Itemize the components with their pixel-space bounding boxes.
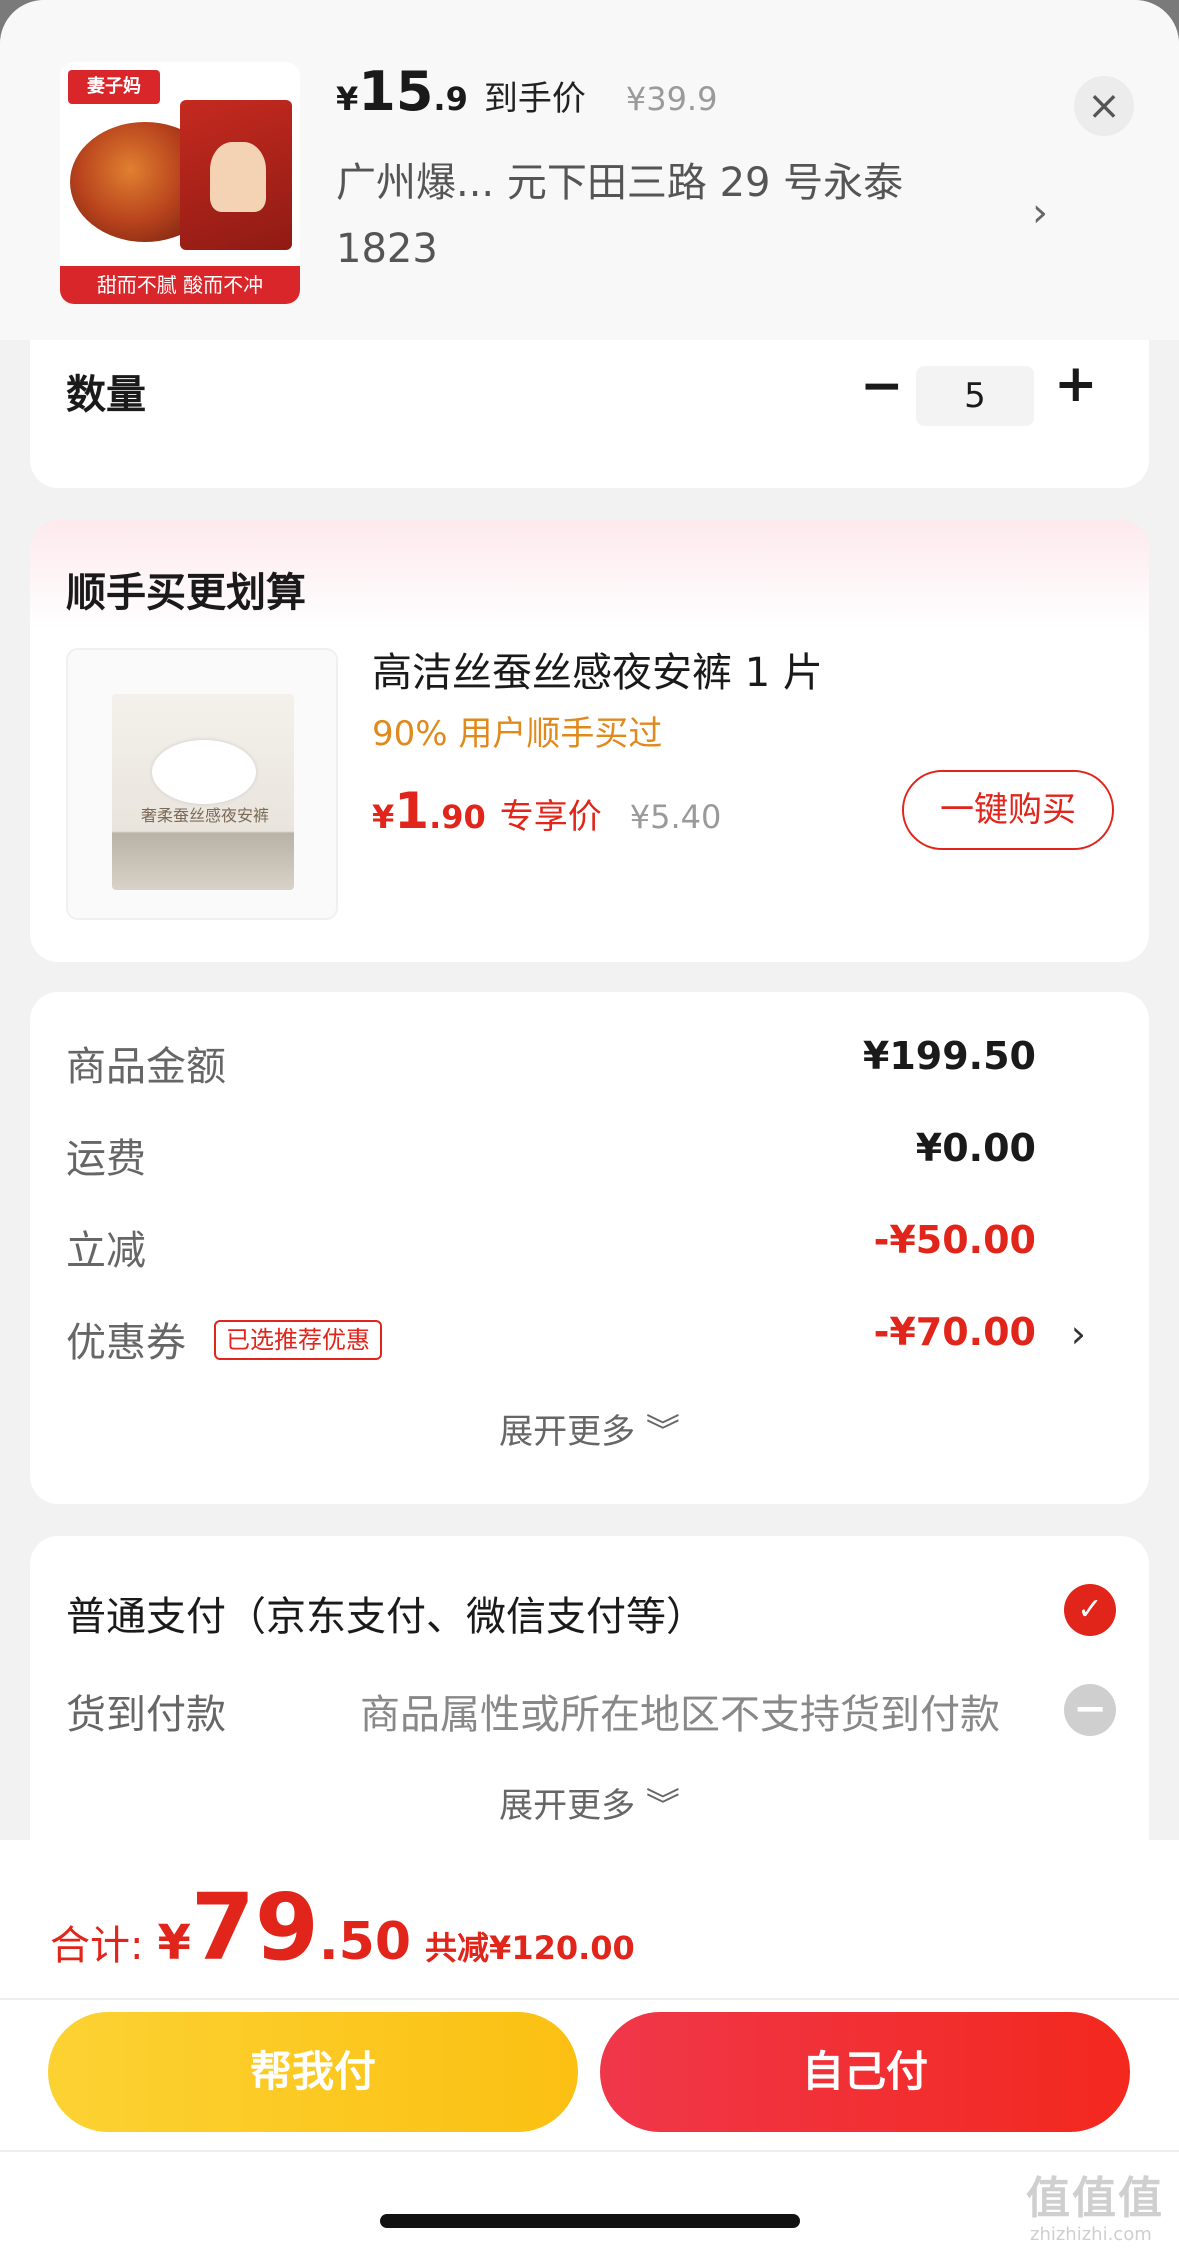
chevron-right-icon[interactable]: › — [1032, 190, 1048, 236]
total-saved: 共减¥120.00 — [425, 1929, 635, 1967]
check-icon[interactable]: ✓ — [1064, 1584, 1116, 1636]
payment-card: 普通支付（京东支付、微信支付等） ✓ 货到付款 商品属性或所在地区不支持货到付款… — [30, 1536, 1149, 1866]
original-price: ¥39.9 — [625, 80, 718, 118]
upsell-title: 顺手买更划算 — [66, 570, 306, 616]
brand-mascot — [210, 142, 266, 212]
delivery-address[interactable]: 广州爆... 元下田三路 29 号永泰 1823 — [336, 150, 976, 282]
divider — [0, 2150, 1179, 2152]
summary-label: 商品金额 — [66, 1044, 226, 1090]
total-currency: ¥ — [157, 1915, 191, 1971]
upsell-product-name[interactable]: 高洁丝蚕丝感夜安裤 1 片 — [372, 640, 823, 698]
quantity-decrease-button[interactable]: − — [860, 356, 904, 416]
summary-row-goods: 商品金额 ¥199.50 — [66, 1034, 1126, 1094]
expand-more-button[interactable]: 展开更多 ︾ — [30, 1778, 1149, 1827]
quantity-increase-button[interactable]: + — [1054, 354, 1098, 414]
upsell-price: ¥ 1 .90 专享价 ¥5.40 — [372, 782, 721, 840]
product-thumbnail: 妻子妈 甜而不腻 酸而不冲 — [60, 62, 300, 304]
order-total: 合计: ¥ 79 .50 共减¥120.00 — [50, 1874, 635, 1981]
watermark-url: zhizhizhi.com — [1030, 2224, 1152, 2245]
upsell-price-tag: 专享价 — [499, 797, 602, 837]
upsell-price-integer: 1 — [394, 782, 430, 840]
summary-row-coupon[interactable]: 优惠券 已选推荐优惠 -¥70.00 › — [66, 1310, 1126, 1370]
summary-value: -¥70.00 — [873, 1310, 1036, 1354]
upsell-product-image[interactable]: 奢柔蚕丝感夜安裤 — [66, 648, 338, 920]
total-decimal: .50 — [318, 1912, 412, 1972]
pay-myself-button[interactable]: 自己付 — [600, 2012, 1130, 2132]
upsell-price-decimal: .90 — [429, 798, 486, 836]
upsell-popularity: 90% 用户顺手买过 — [372, 714, 663, 754]
product-price: ¥ 15 .9 到手价 ¥39.9 — [336, 60, 717, 130]
payment-option-cod: 货到付款 — [66, 1692, 226, 1738]
pad-oval — [152, 740, 256, 804]
home-indicator[interactable] — [380, 2214, 800, 2228]
product-header: 妻子妈 甜而不腻 酸而不冲 ¥ 15 .9 到手价 ¥39.9 广州爆... 元… — [0, 0, 1179, 340]
expand-more-button[interactable]: 展开更多 ︾ — [30, 1404, 1149, 1453]
summary-label: 立减 — [66, 1228, 146, 1274]
summary-label: 运费 — [66, 1136, 146, 1182]
product-slogan: 甜而不腻 酸而不冲 — [60, 266, 300, 304]
disabled-icon: − — [1064, 1684, 1116, 1736]
quantity-stepper[interactable]: 5 — [916, 366, 1034, 426]
one-click-buy-button[interactable]: 一键购买 — [902, 770, 1114, 850]
total-label: 合计: — [50, 1923, 144, 1969]
price-summary-card: 商品金额 ¥199.50 运费 ¥0.00 立减 -¥50.00 优惠券 已选推… — [30, 992, 1149, 1504]
summary-row-shipping: 运费 ¥0.00 — [66, 1126, 1126, 1186]
upsell-price-currency: ¥ — [372, 798, 395, 836]
order-confirm-sheet: 妻子妈 甜而不腻 酸而不冲 ¥ 15 .9 到手价 ¥39.9 广州爆... 元… — [0, 0, 1179, 2253]
upsell-card: 顺手买更划算 奢柔蚕丝感夜安裤 高洁丝蚕丝感夜安裤 1 片 90% 用户顺手买过… — [30, 520, 1149, 962]
summary-label: 优惠券 — [66, 1320, 186, 1366]
summary-value: -¥50.00 — [873, 1218, 1036, 1262]
total-integer: 79 — [190, 1874, 319, 1981]
price-tag: 到手价 — [483, 79, 586, 119]
help-me-pay-button[interactable]: 帮我付 — [48, 2012, 578, 2132]
pad-package: 奢柔蚕丝感夜安裤 — [112, 694, 294, 890]
quantity-label: 数量 — [66, 372, 146, 418]
payment-option-normal[interactable]: 普通支付（京东支付、微信支付等） — [66, 1584, 706, 1642]
summary-value: ¥0.00 — [915, 1126, 1036, 1170]
pad-package-text: 奢柔蚕丝感夜安裤 — [140, 806, 269, 825]
coupon-badge: 已选推荐优惠 — [214, 1320, 382, 1360]
price-currency: ¥ — [336, 80, 359, 118]
chevron-right-icon[interactable]: › — [1071, 1312, 1086, 1356]
upsell-original-price: ¥5.40 — [629, 798, 722, 836]
price-integer: 15 — [358, 60, 434, 123]
close-icon[interactable]: × — [1074, 76, 1134, 136]
summary-value: ¥199.50 — [862, 1034, 1036, 1078]
checkout-bar: 合计: ¥ 79 .50 共减¥120.00 帮我付 自己付 值值值 zhizh… — [0, 1840, 1179, 2253]
watermark: 值值值 — [1026, 2173, 1164, 2224]
cod-unavailable-note: 商品属性或所在地区不支持货到付款 — [360, 1692, 1000, 1738]
divider — [0, 1998, 1179, 2000]
price-decimal: .9 — [433, 80, 468, 118]
summary-row-discount: 立减 -¥50.00 — [66, 1218, 1126, 1278]
brand-logo: 妻子妈 — [68, 70, 160, 104]
